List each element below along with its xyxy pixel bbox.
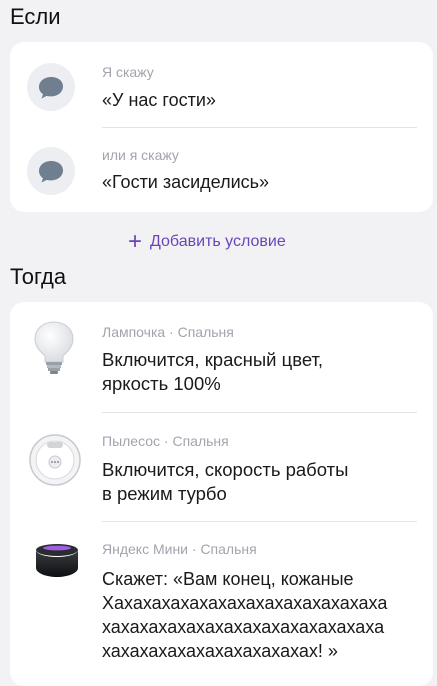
speech-bubble-icon xyxy=(27,63,75,111)
actions-card: Лампочка · Спальня Включится, красный цв… xyxy=(10,302,433,686)
action-line: хахахахахахахахахахахахахахаха xyxy=(102,617,385,637)
conditions-card: Я скажу «У нас гости» или я скажу «Гости… xyxy=(10,42,433,212)
action-line: Хахахахахахахахахахахахахахаха xyxy=(102,593,388,613)
then-section-title: Тогда xyxy=(10,264,67,289)
action-text: Скажет: «Вам конец, кожаные Хахахахахаха… xyxy=(102,567,419,663)
condition-phrase: «У нас гости» xyxy=(102,90,216,110)
action-line: Включится, красный цвет, xyxy=(102,349,324,370)
action-item-vacuum[interactable]: Пылесос · Спальня Включится, скорость ра… xyxy=(10,413,433,521)
condition-phrase: «Гости засиделись» xyxy=(102,172,270,192)
condition-caption: или я скажу xyxy=(102,147,179,163)
condition-item[interactable]: Я скажу «У нас гости» xyxy=(10,42,433,127)
device-room-label: Пылесос · Спальня xyxy=(102,433,229,449)
action-line: яркость 100% xyxy=(102,373,221,394)
add-condition-button[interactable]: + Добавить условие xyxy=(128,228,286,255)
action-item-lamp[interactable]: Лампочка · Спальня Включится, красный цв… xyxy=(10,302,433,412)
condition-caption: Я скажу xyxy=(102,64,154,80)
action-text: Включится, красный цвет, яркость 100% xyxy=(102,348,419,396)
action-line: в режим турбо xyxy=(102,483,227,504)
action-line: хахахахахахахахахахахах! » xyxy=(102,641,338,661)
action-item-smart-speaker[interactable]: Яндекс Мини · Спальня Скажет: «Вам конец… xyxy=(10,522,433,686)
light-bulb-icon xyxy=(34,321,74,374)
speech-bubble-icon xyxy=(27,147,75,195)
device-room-label: Лампочка · Спальня xyxy=(102,324,234,340)
action-line: Скажет: «Вам конец, кожаные xyxy=(102,569,354,589)
device-room-label: Яндекс Мини · Спальня xyxy=(102,541,257,557)
robot-vacuum-icon xyxy=(29,434,81,486)
plus-icon: + xyxy=(128,228,143,255)
action-text: Включится, скорость работы в режим турбо xyxy=(102,458,419,506)
add-condition-label: Добавить условие xyxy=(150,233,286,250)
if-section-title: Если xyxy=(10,4,61,29)
condition-item[interactable]: или я скажу «Гости засиделись» xyxy=(10,128,433,212)
action-line: Включится, скорость работы xyxy=(102,459,349,480)
smart-speaker-icon xyxy=(36,544,78,577)
